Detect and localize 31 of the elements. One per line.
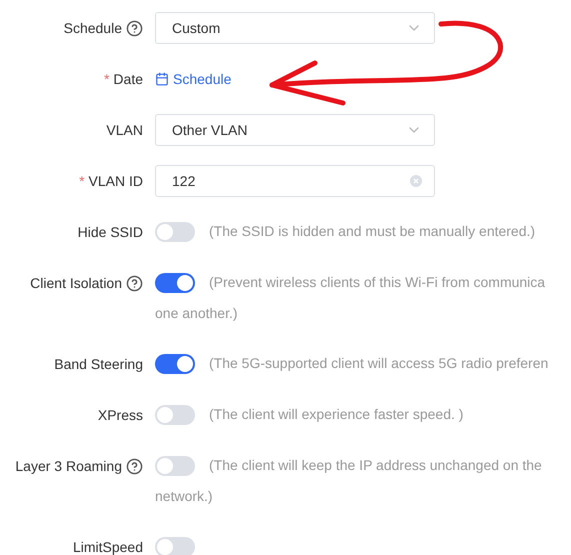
toggle-switch[interactable] (155, 272, 195, 292)
description-text: (Prevent wireless clients of this Wi-Fi from communica (209, 273, 546, 292)
description-text: network.) (155, 488, 213, 504)
field-label: XPress (98, 407, 143, 423)
description-text: (The 5G-supported client will access 5G radio preferen (209, 354, 548, 373)
toggle-switch[interactable] (155, 222, 195, 242)
field-label: Client Isolation (30, 275, 122, 291)
select-field[interactable]: Custom (155, 12, 435, 44)
field-label: * VLAN ID (79, 173, 143, 189)
field-label: Schedule (64, 20, 122, 36)
toggle-switch[interactable] (155, 456, 195, 476)
select-field[interactable]: Other VLAN (155, 114, 435, 146)
input-field[interactable]: 122 (155, 165, 435, 197)
toggle-switch[interactable] (155, 404, 195, 424)
field-label: Band Steering (54, 356, 143, 372)
field-label: LimitSpeed (72, 539, 143, 555)
field-label: Layer 3 Roaming (15, 458, 122, 474)
help-icon[interactable] (126, 458, 143, 474)
description-text: (The client will keep the IP address unchanged on the (209, 456, 542, 475)
toggle-switch[interactable] (155, 536, 195, 555)
description-text: (The client will experience faster speed. ) (209, 405, 464, 424)
help-icon[interactable] (126, 274, 143, 292)
schedule-link[interactable]: Schedule (155, 63, 571, 95)
field-label: * Date (104, 71, 143, 87)
calendar-icon (155, 72, 169, 86)
help-icon[interactable] (126, 20, 143, 36)
field-label: Hide SSID (78, 224, 143, 240)
description-text: (The SSID is hidden and must be manually entered.) (209, 222, 536, 241)
toggle-switch[interactable] (155, 354, 195, 374)
field-label: VLAN (106, 122, 143, 138)
description-text: one another.) (155, 305, 238, 321)
